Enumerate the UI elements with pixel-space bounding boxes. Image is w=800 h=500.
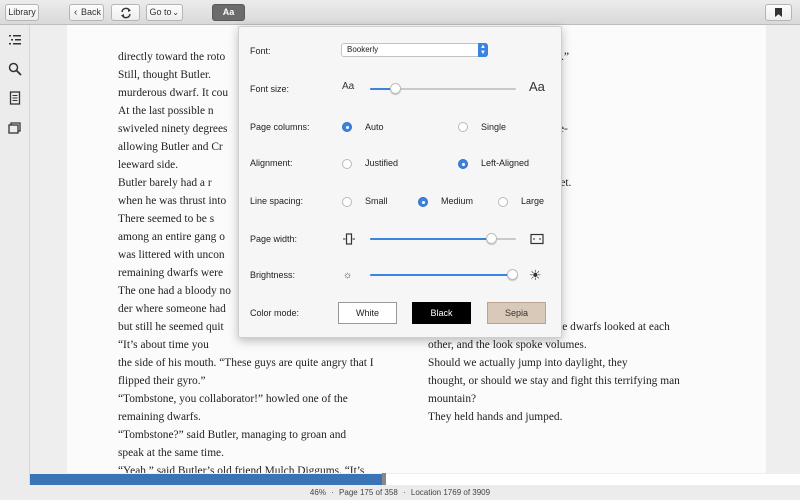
progress-fill	[30, 474, 385, 485]
text-line: “It’s about time you	[118, 339, 209, 351]
slider-fill	[370, 274, 512, 276]
color-mode-white-button[interactable]: White	[338, 302, 397, 324]
status-bar: 46% · Page 175 of 358 · Location 1769 of…	[0, 485, 800, 500]
line-spacing-label: Line spacing:	[250, 196, 304, 206]
slider-fill	[370, 238, 492, 240]
page-columns-label: Page columns:	[250, 122, 310, 132]
font-select-value: Bookerly	[347, 45, 379, 54]
slider-thumb[interactable]	[389, 83, 401, 94]
text-line: other, and the look spoke volumes.	[428, 339, 587, 351]
text-line: the side of his mouth. “These guys are q…	[118, 357, 374, 369]
chevron-down-icon: ⌄	[172, 8, 179, 17]
left-sidebar	[0, 25, 30, 487]
percent-read: 46%	[309, 488, 326, 497]
align-justified-radio[interactable]	[342, 159, 352, 169]
font-size-increase-icon[interactable]: Aa	[529, 79, 545, 94]
align-left-label: Left-Aligned	[481, 158, 530, 168]
library-button[interactable]: Library	[5, 4, 39, 21]
font-settings-button[interactable]: Aa	[212, 4, 245, 21]
wide-width-icon[interactable]	[530, 233, 544, 245]
color-mode-label: Color mode:	[250, 308, 300, 318]
color-mode-sepia-button[interactable]: Sepia	[487, 302, 546, 324]
font-size-slider[interactable]	[370, 83, 516, 94]
text-line: They held hands and jumped.	[428, 411, 563, 423]
select-arrows-icon: ▲ ▼	[478, 43, 488, 57]
text-line: Should we actually jump into daylight, t…	[428, 357, 628, 369]
alignment-label: Alignment:	[250, 158, 293, 168]
spacing-medium-radio[interactable]	[418, 197, 428, 207]
bookmark-button[interactable]	[765, 4, 792, 21]
back-button-label: Back	[80, 7, 101, 17]
flashcards-icon[interactable]	[8, 121, 22, 135]
text-line: remaining dwarfs.	[118, 411, 201, 423]
align-left-radio[interactable]	[458, 159, 468, 169]
align-justified-label: Justified	[365, 158, 399, 168]
brightness-slider[interactable]	[370, 269, 518, 280]
columns-auto-radio[interactable]	[342, 122, 352, 132]
text-line: flipped their gyro.”	[118, 375, 206, 387]
spacing-medium-label: Medium	[441, 196, 474, 206]
spacing-large-label: Large	[521, 196, 545, 206]
page-indicator: Page 175 of 358	[339, 488, 398, 497]
columns-auto-label: Auto	[365, 122, 384, 132]
color-mode-black-button[interactable]: Black	[412, 302, 471, 324]
sync-button[interactable]	[111, 4, 140, 21]
bookmark-icon	[775, 8, 782, 17]
table-of-contents-icon[interactable]	[8, 33, 22, 47]
page-width-slider[interactable]	[370, 233, 516, 244]
page-width-label: Page width:	[250, 234, 298, 244]
font-label: Font:	[250, 46, 271, 56]
goto-dropdown[interactable]: Go to ⌄	[146, 4, 183, 21]
brightness-low-icon: ☼	[343, 270, 353, 281]
text-line: mountain?	[428, 393, 477, 405]
text-line: thought, or should we stay and fight thi…	[428, 375, 680, 387]
text-line: “Tombstone, you collaborator!” howled on…	[118, 393, 348, 405]
brightness-high-icon: ☀	[529, 267, 542, 283]
font-size-decrease-icon[interactable]: Aa	[342, 81, 354, 92]
font-select[interactable]: Bookerly ▲ ▼	[341, 43, 488, 57]
slider-thumb[interactable]	[506, 269, 518, 280]
location-indicator: Location 1769 of 3909	[410, 488, 491, 497]
goto-label: Go to	[149, 7, 172, 17]
text-line: “Yeah,” said Butler’s old friend Mulch D…	[118, 465, 365, 473]
sync-icon	[120, 7, 131, 19]
back-button[interactable]: ‹ Back	[69, 4, 104, 21]
notes-icon[interactable]	[8, 91, 22, 105]
font-size-label: Font size:	[250, 84, 290, 94]
slider-thumb[interactable]	[486, 233, 498, 244]
brightness-label: Brightness:	[250, 270, 296, 280]
reading-progress-bar[interactable]	[30, 473, 800, 486]
text-line: “Tombstone?” said Butler, managing to gr…	[118, 429, 347, 441]
spacing-small-label: Small	[365, 196, 388, 206]
columns-single-label: Single	[481, 122, 507, 132]
display-settings-popover: Font: Bookerly ▲ ▼ Font size: Aa Aa Page …	[238, 26, 562, 338]
narrow-width-icon[interactable]	[343, 233, 355, 245]
search-icon[interactable]	[8, 62, 22, 76]
spacing-small-radio[interactable]	[342, 197, 352, 207]
columns-single-radio[interactable]	[458, 122, 468, 132]
text-line: speak at the same time.	[118, 447, 224, 459]
chevron-left-icon: ‹	[74, 7, 78, 18]
spacing-large-radio[interactable]	[498, 197, 508, 207]
top-toolbar: Library ‹ Back Go to ⌄ Aa	[0, 0, 800, 25]
